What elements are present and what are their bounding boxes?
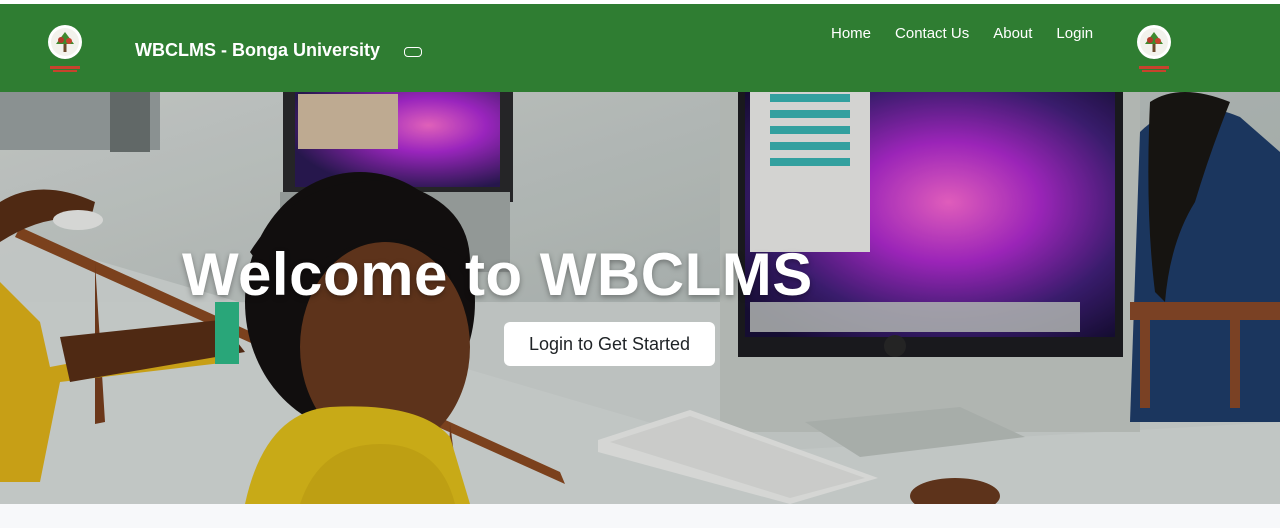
brand-title[interactable]: WBCLMS - Bonga University (135, 40, 380, 61)
page-bottom-area (0, 504, 1280, 528)
hero-banner: Welcome to WBCLMS Login to Get Started (0, 92, 1280, 504)
university-logo-right (1131, 22, 1177, 74)
main-nav: Home Contact Us About Login (831, 25, 1093, 42)
hero-title: Welcome to WBCLMS (182, 241, 813, 308)
nav-contact-link[interactable]: Contact Us (895, 25, 969, 42)
nav-about-link[interactable]: About (993, 25, 1032, 42)
menu-toggle-icon[interactable] (404, 47, 422, 57)
navbar: WBCLMS - Bonga University Home Contact U… (0, 4, 1280, 92)
nav-home-link[interactable]: Home (831, 25, 871, 42)
nav-login-link[interactable]: Login (1056, 25, 1093, 42)
university-logo[interactable] (42, 22, 88, 74)
login-get-started-button[interactable]: Login to Get Started (504, 322, 715, 366)
